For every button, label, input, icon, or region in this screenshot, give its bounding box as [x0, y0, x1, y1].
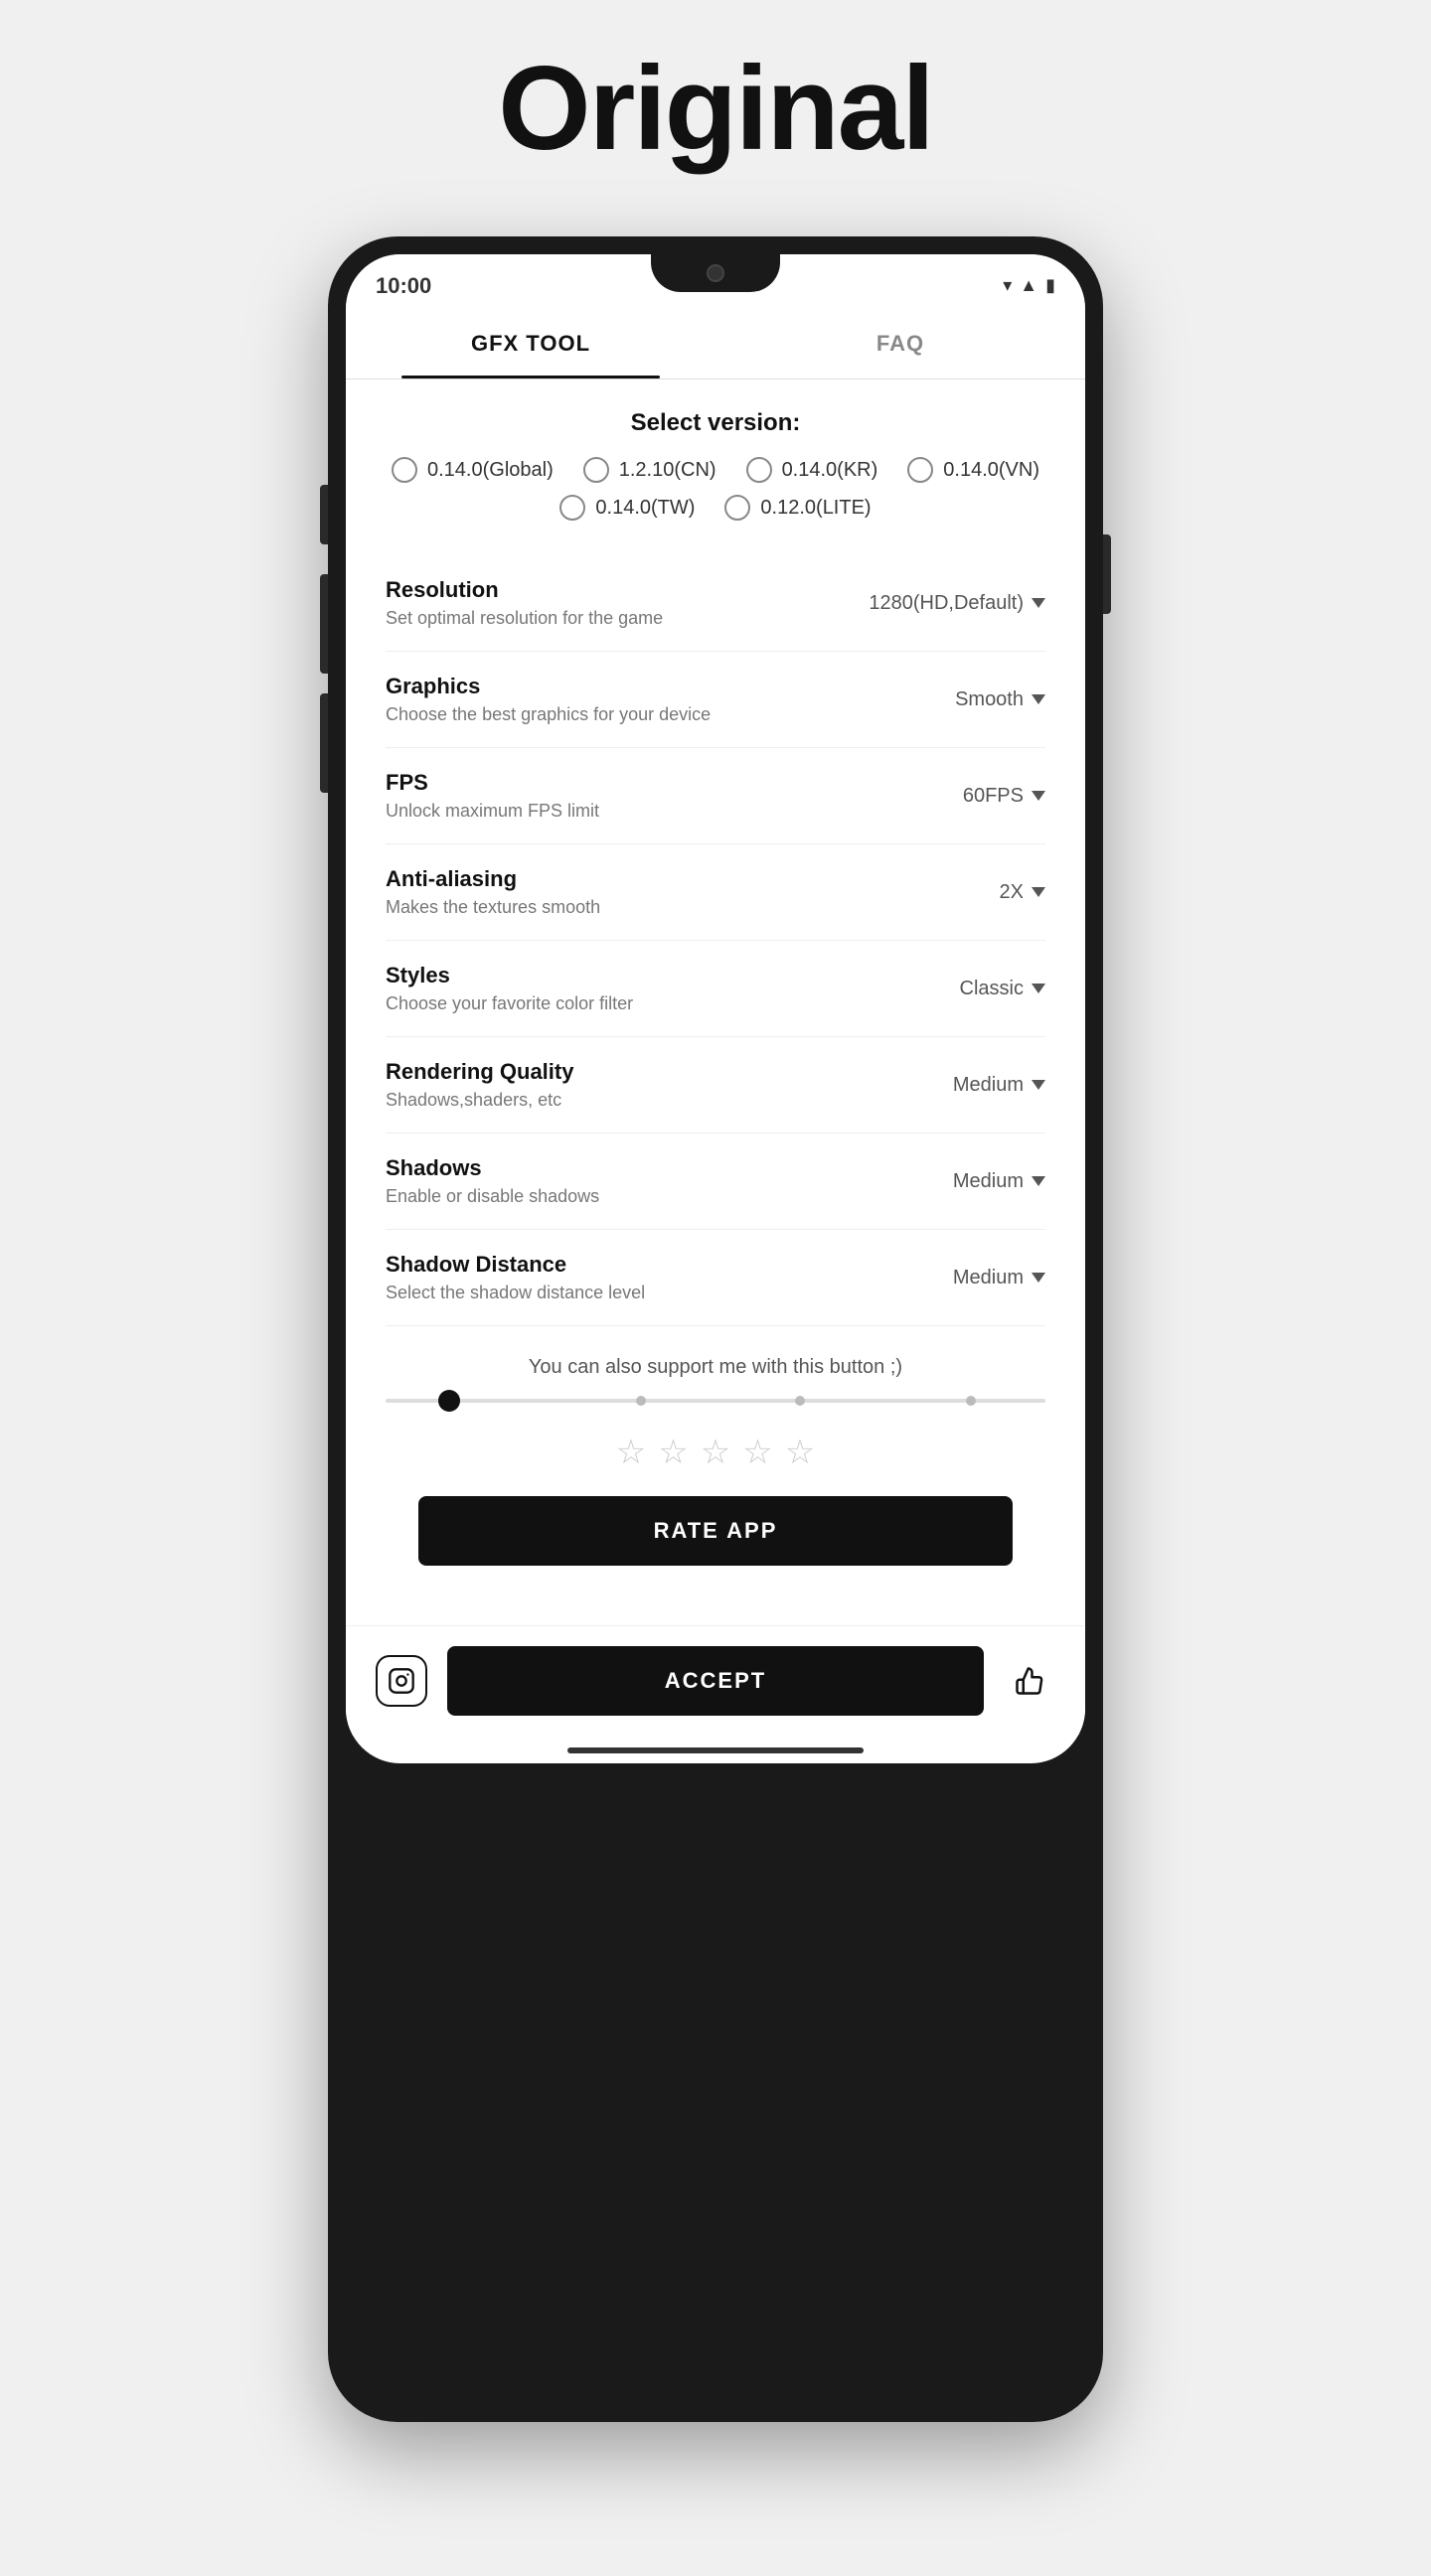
radio-cn[interactable]: [583, 457, 609, 483]
silent-button: [320, 485, 328, 544]
version-options: 0.14.0(Global) 1.2.10(CN) 0.14.0(KR) 0.1…: [386, 457, 1045, 521]
notch: [651, 254, 780, 292]
thumbs-up-button[interactable]: [1004, 1655, 1055, 1707]
phone-screen: 10:00 ▾ ▲ ▮ GFX TOOL FAQ Select version:: [346, 254, 1085, 1763]
slider-dot-3: [966, 1396, 976, 1406]
bottom-bar: ACCEPT: [346, 1625, 1085, 1736]
volume-down-button: [320, 693, 328, 793]
version-option-vn[interactable]: 0.14.0(VN): [907, 457, 1039, 483]
rendering-dropdown[interactable]: Medium: [953, 1074, 1045, 1097]
power-button: [1103, 534, 1111, 614]
select-version-title: Select version:: [386, 409, 1045, 437]
home-bar: [567, 1747, 864, 1753]
rate-app-button[interactable]: RATE APP: [418, 1496, 1013, 1566]
battery-icon: ▮: [1045, 275, 1055, 296]
chevron-down-icon: [1032, 887, 1045, 897]
radio-lite[interactable]: [724, 495, 750, 521]
camera: [707, 264, 724, 282]
slider-dot-2: [795, 1396, 805, 1406]
phone-frame: 10:00 ▾ ▲ ▮ GFX TOOL FAQ Select version:: [328, 236, 1103, 2422]
radio-kr[interactable]: [746, 457, 772, 483]
antialiasing-dropdown[interactable]: 2X: [1000, 881, 1045, 904]
setting-resolution: Resolution Set optimal resolution for th…: [386, 555, 1045, 652]
status-icons: ▾ ▲ ▮: [1003, 275, 1055, 296]
slider-thumb[interactable]: [438, 1390, 460, 1412]
tab-bar: GFX TOOL FAQ: [346, 309, 1085, 379]
shadow-distance-dropdown[interactable]: Medium: [953, 1267, 1045, 1289]
volume-up-button: [320, 574, 328, 674]
setting-fps: FPS Unlock maximum FPS limit 60FPS: [386, 748, 1045, 844]
tab-gfx-tool[interactable]: GFX TOOL: [346, 309, 716, 379]
resolution-dropdown[interactable]: 1280(HD,Default): [869, 592, 1045, 615]
setting-styles: Styles Choose your favorite color filter…: [386, 941, 1045, 1037]
status-time: 10:00: [376, 273, 431, 299]
chevron-down-icon: [1032, 791, 1045, 801]
status-bar: 10:00 ▾ ▲ ▮: [346, 254, 1085, 309]
version-option-global[interactable]: 0.14.0(Global): [392, 457, 554, 483]
support-text: You can also support me with this button…: [386, 1356, 1045, 1379]
slider-dot-1: [636, 1396, 646, 1406]
support-section: You can also support me with this button…: [386, 1326, 1045, 1586]
page-title: Original: [498, 40, 932, 177]
support-slider[interactable]: [386, 1399, 1045, 1403]
signal-icon: ▲: [1020, 275, 1037, 296]
fps-dropdown[interactable]: 60FPS: [963, 785, 1045, 808]
radio-tw[interactable]: [559, 495, 585, 521]
radio-global[interactable]: [392, 457, 417, 483]
instagram-button[interactable]: [376, 1655, 427, 1707]
setting-antialiasing: Anti-aliasing Makes the textures smooth …: [386, 844, 1045, 941]
version-option-kr[interactable]: 0.14.0(KR): [746, 457, 878, 483]
graphics-dropdown[interactable]: Smooth: [955, 688, 1045, 711]
star-4[interactable]: ☆: [742, 1433, 772, 1472]
radio-vn[interactable]: [907, 457, 933, 483]
star-1[interactable]: ☆: [616, 1433, 646, 1472]
tab-faq[interactable]: FAQ: [716, 309, 1085, 379]
chevron-down-icon: [1032, 1273, 1045, 1283]
star-3[interactable]: ☆: [701, 1433, 730, 1472]
stars-rating[interactable]: ☆ ☆ ☆ ☆ ☆: [386, 1433, 1045, 1472]
styles-dropdown[interactable]: Classic: [960, 978, 1045, 1000]
star-2[interactable]: ☆: [658, 1433, 688, 1472]
chevron-down-icon: [1032, 598, 1045, 608]
setting-shadow-distance: Shadow Distance Select the shadow distan…: [386, 1230, 1045, 1326]
star-5[interactable]: ☆: [785, 1433, 815, 1472]
chevron-down-icon: [1032, 694, 1045, 704]
setting-shadows: Shadows Enable or disable shadows Medium: [386, 1134, 1045, 1230]
version-option-lite[interactable]: 0.12.0(LITE): [724, 495, 871, 521]
chevron-down-icon: [1032, 1176, 1045, 1186]
accept-button[interactable]: ACCEPT: [447, 1646, 984, 1716]
wifi-icon: ▾: [1003, 275, 1012, 296]
shadows-dropdown[interactable]: Medium: [953, 1170, 1045, 1193]
version-option-cn[interactable]: 1.2.10(CN): [583, 457, 716, 483]
chevron-down-icon: [1032, 1080, 1045, 1090]
chevron-down-icon: [1032, 984, 1045, 993]
setting-graphics: Graphics Choose the best graphics for yo…: [386, 652, 1045, 748]
main-content: Select version: 0.14.0(Global) 1.2.10(CN…: [346, 379, 1085, 1615]
version-option-tw[interactable]: 0.14.0(TW): [559, 495, 695, 521]
setting-rendering-quality: Rendering Quality Shadows,shaders, etc M…: [386, 1037, 1045, 1134]
